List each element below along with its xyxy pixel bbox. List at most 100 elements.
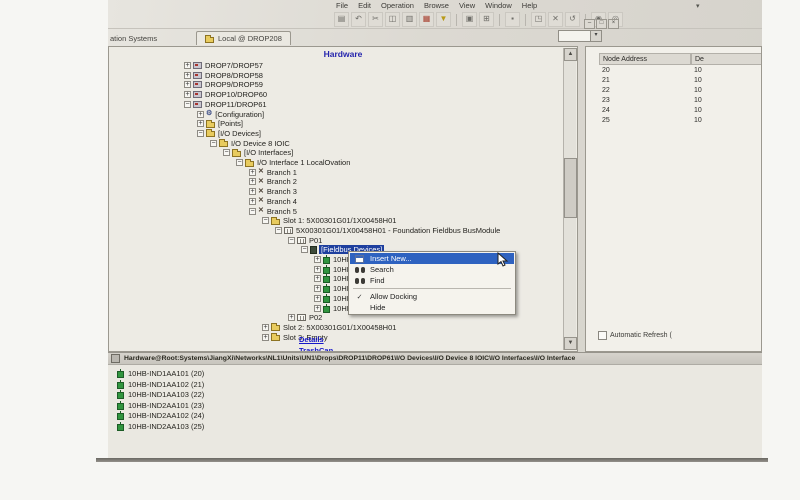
expand-minus-icon[interactable]: − — [249, 208, 256, 215]
tree-item[interactable]: −[I/O Devices] — [197, 129, 262, 138]
context-menu-item-find[interactable]: Find — [350, 275, 514, 286]
expand-minus-icon[interactable]: − — [210, 140, 217, 147]
expand-plus-icon[interactable]: + — [249, 169, 256, 176]
scroll-down-icon[interactable]: ▼ — [564, 337, 577, 350]
tree-item[interactable]: +✕Branch 1 — [249, 168, 298, 177]
list-item[interactable]: 10HB-IND2AA101 (23) — [117, 401, 204, 410]
column-header[interactable]: De — [691, 53, 762, 65]
toolbar-cut-icon[interactable]: ✂ — [368, 12, 383, 27]
tree-item[interactable]: +[Points] — [197, 119, 244, 128]
menu-file[interactable]: File — [336, 1, 348, 10]
expand-plus-icon[interactable]: + — [314, 295, 321, 302]
toolbar-refresh-icon[interactable]: ↺ — [565, 12, 580, 27]
toolbar-undo-icon[interactable]: ↶ — [351, 12, 366, 27]
expand-plus-icon[interactable]: + — [314, 256, 321, 263]
expand-minus-icon[interactable]: − — [262, 217, 269, 224]
list-item[interactable]: 10HB-IND1AA102 (21) — [117, 380, 204, 389]
tree-item[interactable]: −Slot 1: 5X00301G01/1X00458H01 — [262, 216, 397, 225]
toolbar-filter-icon[interactable]: ▼ — [436, 12, 451, 27]
table-row[interactable]: 2010 — [599, 65, 762, 75]
expand-minus-icon[interactable]: − — [288, 237, 295, 244]
expand-plus-icon[interactable]: + — [249, 188, 256, 195]
expand-plus-icon[interactable]: + — [314, 305, 321, 312]
tree-item[interactable]: +P02 — [288, 313, 323, 322]
toolbar-import-icon[interactable]: ⊞ — [479, 12, 494, 27]
expand-plus-icon[interactable]: + — [288, 314, 295, 321]
expand-plus-icon[interactable]: + — [184, 91, 191, 98]
toolbar-open-folder-icon[interactable]: ▣ — [462, 12, 477, 27]
tree-item[interactable]: −DROP11/DROP61 — [184, 100, 268, 109]
expand-plus-icon[interactable]: + — [197, 120, 204, 127]
minimize-icon[interactable]: – — [584, 19, 595, 29]
expand-minus-icon[interactable]: − — [301, 246, 308, 253]
toolbar-delete-icon[interactable]: ✕ — [548, 12, 563, 27]
table-row[interactable]: 2510 — [599, 115, 762, 125]
list-item[interactable]: 10HB-IND1AA103 (22) — [117, 390, 204, 399]
toolbar-copy-icon[interactable]: ◫ — [385, 12, 400, 27]
expand-minus-icon[interactable]: − — [236, 159, 243, 166]
tree-item[interactable]: +Slot 2: 5X00301G01/1X00458H01 — [262, 323, 397, 332]
table-row[interactable]: 2110 — [599, 75, 762, 85]
toolbar-camera-icon[interactable]: ▪ — [505, 12, 520, 27]
toolbar-overflow-arrow-icon[interactable]: ▾ — [696, 2, 700, 10]
close-icon[interactable]: × — [608, 19, 619, 29]
expand-plus-icon[interactable]: + — [314, 275, 321, 282]
tree-item[interactable]: −[I/O Interfaces] — [223, 148, 294, 157]
auto-refresh-checkbox[interactable] — [598, 331, 607, 340]
tree-item[interactable]: −✕Branch 5 — [249, 207, 298, 216]
toolbar-colors-icon[interactable]: ▦ — [419, 12, 434, 27]
tree-item[interactable]: +✕Branch 2 — [249, 177, 298, 186]
scrollbar-thumb[interactable] — [564, 158, 577, 218]
tree-scrollbar[interactable]: ▲ ▼ — [563, 48, 576, 350]
table-row[interactable]: 2310 — [599, 95, 762, 105]
expand-plus-icon[interactable]: + — [184, 62, 191, 69]
list-item[interactable]: 10HB-IND1AA101 (20) — [117, 369, 204, 378]
expand-plus-icon[interactable]: + — [314, 266, 321, 273]
table-row[interactable]: 2210 — [599, 85, 762, 95]
restore-icon[interactable]: □ — [596, 19, 607, 29]
tab-local-drop208[interactable]: Local @ DROP208 — [196, 31, 291, 45]
expand-plus-icon[interactable]: + — [262, 334, 269, 341]
expand-minus-icon[interactable]: − — [197, 130, 204, 137]
context-menu-item-search[interactable]: Search — [350, 264, 514, 275]
menu-view[interactable]: View — [459, 1, 475, 10]
link-details[interactable]: Details — [299, 335, 324, 344]
list-item[interactable]: 10HB-IND2AA103 (25) — [117, 422, 204, 431]
column-header[interactable]: Node Address — [599, 53, 691, 65]
expand-plus-icon[interactable]: + — [249, 198, 256, 205]
list-item[interactable]: 10HB-IND2AA102 (24) — [117, 411, 204, 420]
expand-plus-icon[interactable]: + — [184, 81, 191, 88]
scroll-up-icon[interactable]: ▲ — [564, 48, 577, 61]
tree-item[interactable]: +DROP7/DROP57 — [184, 61, 264, 70]
expand-minus-icon[interactable]: − — [223, 149, 230, 156]
toolbar-print-icon[interactable]: ▤ — [334, 12, 349, 27]
tree-item[interactable]: +✕Branch 3 — [249, 187, 298, 196]
context-menu-item-insert-new[interactable]: Insert New... — [350, 253, 514, 264]
expand-minus-icon[interactable]: − — [184, 101, 191, 108]
expand-plus-icon[interactable]: + — [249, 178, 256, 185]
menu-window[interactable]: Window — [485, 1, 512, 10]
expand-plus-icon[interactable]: + — [262, 324, 269, 331]
toolbar-select-icon[interactable]: ◳ — [531, 12, 546, 27]
expand-plus-icon[interactable]: + — [197, 111, 204, 118]
tree-item[interactable]: +DROP8/DROP58 — [184, 71, 264, 80]
menu-operation[interactable]: Operation — [381, 1, 414, 10]
expand-plus-icon[interactable]: + — [184, 72, 191, 79]
menu-browse[interactable]: Browse — [424, 1, 449, 10]
expand-plus-icon[interactable]: + — [314, 285, 321, 292]
tree-item[interactable]: +DROP10/DROP60 — [184, 90, 268, 99]
table-row[interactable]: 2410 — [599, 105, 762, 115]
context-menu-item-allow-docking[interactable]: ✓Allow Docking — [350, 291, 514, 302]
context-menu-item-hide[interactable]: Hide — [350, 302, 514, 313]
menu-help[interactable]: Help — [522, 1, 537, 10]
tree-item[interactable]: −5X00301G01/1X00458H01 - Foundation Fiel… — [275, 226, 501, 235]
auto-refresh-option[interactable]: Automatic Refresh ( — [598, 331, 672, 340]
toolbar-paste-icon[interactable]: ▥ — [402, 12, 417, 27]
tree-item[interactable]: −I/O Interface 1 LocalOvation — [236, 158, 351, 167]
expand-minus-icon[interactable]: − — [275, 227, 282, 234]
tree-item[interactable]: −P01 — [288, 236, 323, 245]
tree-item[interactable]: +DROP9/DROP59 — [184, 80, 264, 89]
tree-item[interactable]: +⚙[Configuration] — [197, 110, 265, 119]
menu-edit[interactable]: Edit — [358, 1, 371, 10]
tree-item[interactable]: −I/O Device 8 IOIC — [210, 139, 291, 148]
